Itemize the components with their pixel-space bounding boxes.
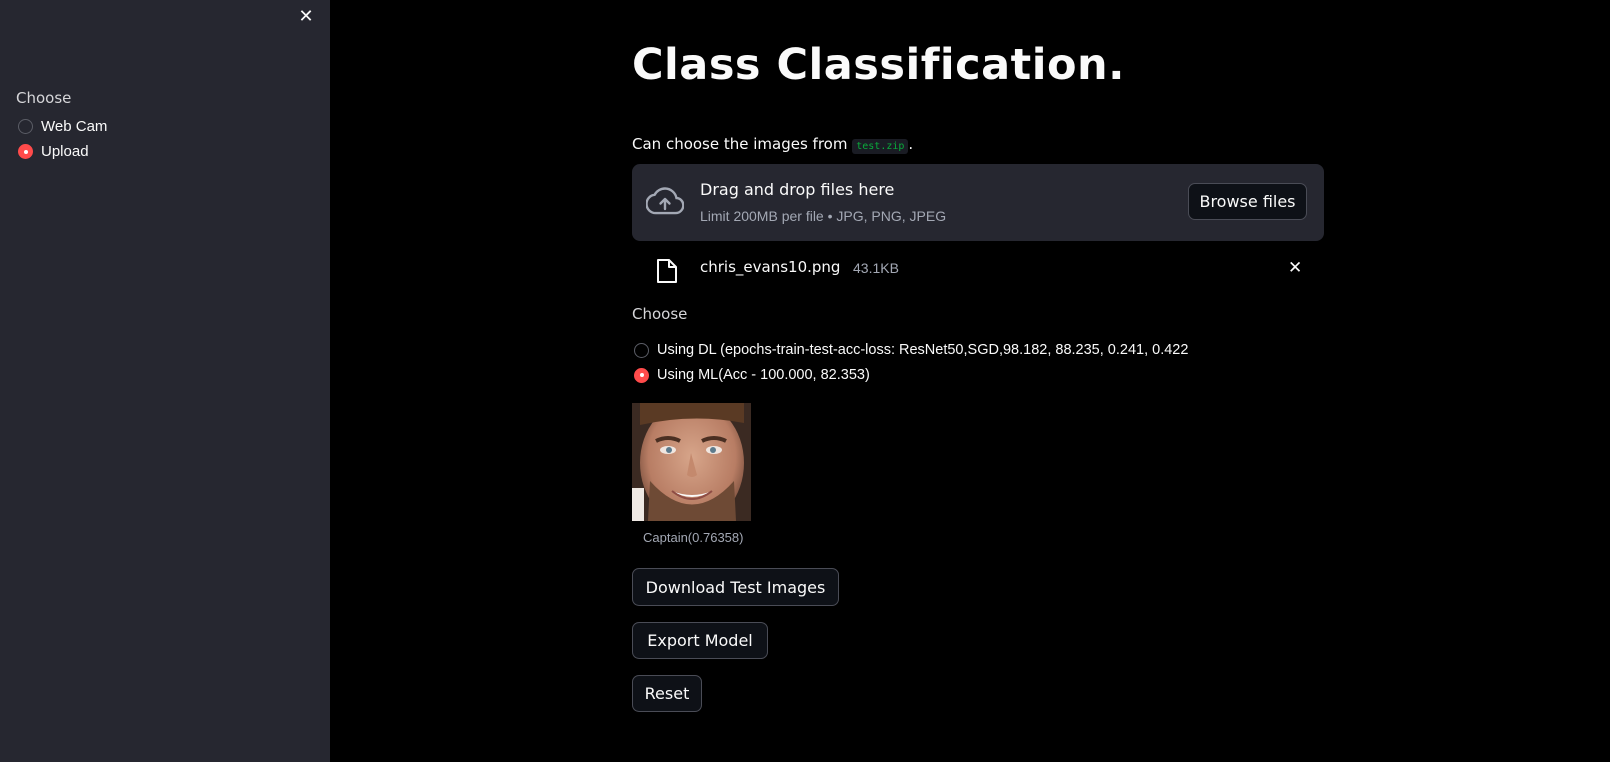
radio-ml-indicator[interactable]: [634, 367, 649, 383]
hint-prefix: Can choose the images from: [632, 135, 853, 153]
export-model-button[interactable]: Export Model: [632, 622, 768, 659]
dropzone-subtitle: Limit 200MB per file • JPG, PNG, JPEG: [700, 208, 947, 224]
radio-upload-label: Upload: [41, 143, 89, 160]
uploaded-file-row: chris_evans10.png 43.1KB ✕: [632, 252, 1324, 288]
page-title: Class Classification.: [632, 40, 1125, 90]
radio-ml-label: Using ML(Acc - 100.000, 82.353): [657, 367, 870, 383]
uploaded-file-name: chris_evans10.png: [700, 258, 841, 276]
dropzone-title: Drag and drop files here: [700, 180, 895, 199]
radio-upload-indicator[interactable]: [18, 144, 33, 159]
cloud-upload-icon: [646, 187, 684, 215]
radio-dl-label: Using DL (epochs-train-test-acc-loss: Re…: [657, 342, 1189, 358]
radio-option-ml[interactable]: Using ML(Acc - 100.000, 82.353): [634, 367, 870, 383]
remove-file-icon[interactable]: ✕: [1288, 258, 1302, 278]
radio-dl-indicator[interactable]: [634, 342, 649, 358]
radio-webcam-label: Web Cam: [41, 118, 108, 135]
model-choose-label: Choose: [632, 305, 688, 323]
hint-suffix: .: [908, 135, 914, 153]
sidebar: ✕ Choose Web Cam Upload: [0, 0, 330, 762]
close-sidebar-icon[interactable]: ✕: [296, 6, 316, 28]
download-test-images-button[interactable]: Download Test Images: [632, 568, 839, 606]
radio-option-webcam[interactable]: Web Cam: [18, 118, 107, 135]
browse-files-button[interactable]: Browse files: [1188, 183, 1307, 220]
radio-option-upload[interactable]: Upload: [18, 143, 89, 160]
file-dropzone[interactable]: Drag and drop files here Limit 200MB per…: [632, 164, 1324, 241]
reset-button[interactable]: Reset: [632, 675, 702, 712]
radio-option-dl[interactable]: Using DL (epochs-train-test-acc-loss: Re…: [634, 342, 1188, 358]
result-caption: Captain(0.76358): [643, 530, 744, 545]
hint-code: test.zip: [852, 139, 909, 154]
file-icon: [657, 259, 677, 283]
result-face-image: [632, 403, 751, 521]
sidebar-choose-label: Choose: [16, 89, 72, 107]
radio-webcam-indicator[interactable]: [18, 119, 33, 134]
uploaded-file-size: 43.1KB: [853, 260, 899, 276]
hint-text: Can choose the images from test.zip.: [632, 135, 914, 154]
